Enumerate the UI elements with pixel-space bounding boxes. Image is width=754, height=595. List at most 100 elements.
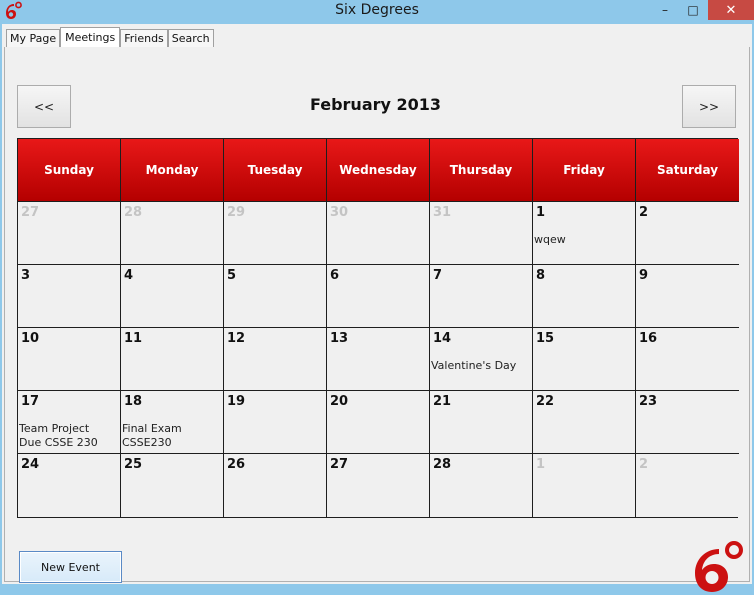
day-number: 27: [330, 457, 349, 472]
day-cell[interactable]: 4: [121, 265, 224, 328]
day-number: 27: [21, 205, 40, 220]
day-number: 23: [639, 394, 658, 409]
day-number: 1: [536, 457, 546, 472]
weekday-header: Saturday: [636, 139, 739, 202]
weekday-header: Friday: [533, 139, 636, 202]
day-number: 9: [639, 268, 649, 283]
day-cell[interactable]: 11: [121, 328, 224, 391]
day-cell[interactable]: 25: [121, 454, 224, 517]
tab-friends[interactable]: Friends: [120, 29, 168, 47]
day-number: 17: [21, 394, 40, 409]
minimize-icon: –: [662, 3, 668, 17]
tab-search[interactable]: Search: [167, 29, 214, 47]
six-degrees-logo-icon: [695, 541, 743, 592]
day-cell[interactable]: 20: [327, 391, 430, 454]
day-cell[interactable]: 31: [430, 202, 533, 265]
day-cell[interactable]: 2: [636, 202, 739, 265]
day-cell[interactable]: 1 wqew: [533, 202, 636, 265]
day-cell[interactable]: 2: [636, 454, 739, 517]
minimize-button[interactable]: –: [652, 0, 678, 20]
day-number: 20: [330, 394, 349, 409]
day-number: 8: [536, 268, 546, 283]
day-number: 19: [227, 394, 246, 409]
day-cell[interactable]: 13: [327, 328, 430, 391]
day-number: 28: [433, 457, 452, 472]
close-button[interactable]: ✕: [708, 0, 754, 20]
day-cell[interactable]: 18 Final Exam CSSE230: [121, 391, 224, 454]
day-cell[interactable]: 27: [327, 454, 430, 517]
day-cell[interactable]: 7: [430, 265, 533, 328]
day-cell[interactable]: 15: [533, 328, 636, 391]
day-number: 11: [124, 331, 143, 346]
day-number: 25: [124, 457, 143, 472]
tab-my-page[interactable]: My Page: [6, 29, 61, 47]
client-area: My Page Meetings Friends Search << Febru…: [2, 24, 752, 592]
day-number: 29: [227, 205, 246, 220]
weekday-header: Tuesday: [224, 139, 327, 202]
day-cell[interactable]: 8: [533, 265, 636, 328]
day-number: 30: [330, 205, 349, 220]
weekday-header: Wednesday: [327, 139, 430, 202]
day-number: 22: [536, 394, 555, 409]
day-number: 14: [433, 331, 452, 346]
meetings-panel: << February 2013 >> Sunday Monday Tuesday W…: [4, 47, 750, 592]
weekday-header: Monday: [121, 139, 224, 202]
day-cell[interactable]: 30: [327, 202, 430, 265]
day-cell[interactable]: 19: [224, 391, 327, 454]
day-number: 13: [330, 331, 349, 346]
weekday-header: Thursday: [430, 139, 533, 202]
event-label[interactable]: Team Project Due CSSE 230: [19, 422, 98, 450]
day-cell[interactable]: 17 Team Project Due CSSE 230: [18, 391, 121, 454]
prev-month-button[interactable]: <<: [17, 85, 71, 128]
app-window: Six Degrees – □ ✕ My Page Meetings Frien…: [0, 0, 754, 592]
event-label[interactable]: Valentine's Day: [431, 359, 516, 373]
day-number: 16: [639, 331, 658, 346]
day-cell[interactable]: 16: [636, 328, 739, 391]
day-number: 24: [21, 457, 40, 472]
day-cell[interactable]: 1: [533, 454, 636, 517]
day-cell[interactable]: 28: [430, 454, 533, 517]
day-cell[interactable]: 28: [121, 202, 224, 265]
day-cell[interactable]: 27: [18, 202, 121, 265]
day-number: 18: [124, 394, 143, 409]
day-number: 31: [433, 205, 452, 220]
day-cell[interactable]: 10: [18, 328, 121, 391]
event-label[interactable]: Final Exam CSSE230: [122, 422, 182, 450]
day-number: 10: [21, 331, 40, 346]
day-cell[interactable]: 14 Valentine's Day: [430, 328, 533, 391]
day-number: 7: [433, 268, 443, 283]
event-label[interactable]: wqew: [534, 233, 566, 247]
day-number: 2: [639, 205, 649, 220]
day-number: 21: [433, 394, 452, 409]
calendar-grid: Sunday Monday Tuesday Wednesday Thursday Frid…: [17, 138, 739, 518]
day-cell[interactable]: 3: [18, 265, 121, 328]
day-number: 5: [227, 268, 237, 283]
tab-bar: My Page Meetings Friends Search: [6, 27, 214, 47]
day-cell[interactable]: 9: [636, 265, 739, 328]
day-number: 1: [536, 205, 546, 220]
day-cell[interactable]: 21: [430, 391, 533, 454]
maximize-button[interactable]: □: [680, 0, 706, 20]
day-cell[interactable]: 22: [533, 391, 636, 454]
day-number: 28: [124, 205, 143, 220]
month-title: February 2013: [309, 95, 442, 114]
day-number: 4: [124, 268, 134, 283]
day-cell[interactable]: 29: [224, 202, 327, 265]
new-event-button[interactable]: New Event: [19, 551, 122, 583]
day-number: 2: [639, 457, 649, 472]
day-cell[interactable]: 5: [224, 265, 327, 328]
day-cell[interactable]: 6: [327, 265, 430, 328]
day-number: 6: [330, 268, 340, 283]
day-number: 12: [227, 331, 246, 346]
day-cell[interactable]: 23: [636, 391, 739, 454]
next-month-button[interactable]: >>: [682, 85, 736, 128]
tab-meetings[interactable]: Meetings: [60, 27, 121, 47]
weekday-header: Sunday: [18, 139, 121, 202]
day-cell[interactable]: 26: [224, 454, 327, 517]
day-cell[interactable]: 24: [18, 454, 121, 517]
close-icon: ✕: [725, 2, 737, 18]
window-title: Six Degrees: [335, 2, 419, 18]
day-cell[interactable]: 12: [224, 328, 327, 391]
title-bar[interactable]: Six Degrees – □ ✕: [0, 0, 754, 24]
maximize-icon: □: [687, 3, 699, 17]
